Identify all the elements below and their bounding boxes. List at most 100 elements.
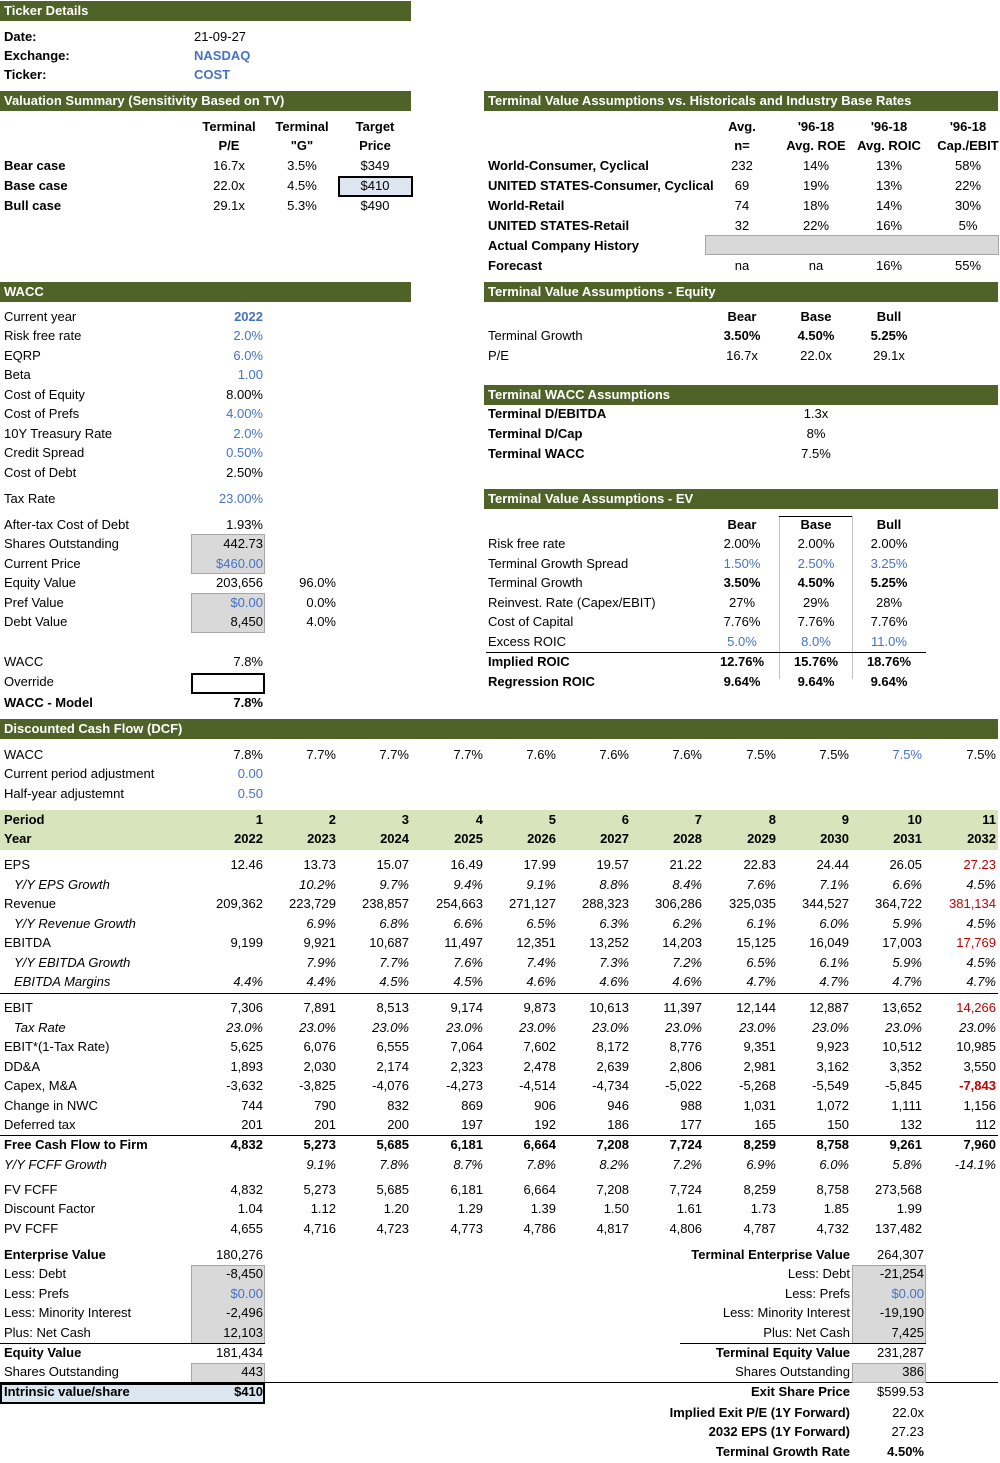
dcf-row-label: EBIT	[4, 1000, 33, 1015]
dcf-value: 6,664	[523, 1137, 556, 1152]
dcf-value: 946	[607, 1098, 629, 1113]
terminal-bridge-label: Terminal Growth Rate	[715, 1444, 850, 1459]
tv-ev-value: 18.76%	[866, 654, 912, 669]
dcf-value: 186	[607, 1117, 629, 1132]
historicals-row-label: Actual Company History	[488, 238, 639, 253]
wacc-row-value: 4.00%	[226, 406, 263, 421]
tv-historicals-header: Terminal Value Assumptions vs. Historica…	[484, 91, 998, 111]
dcf-value: 2,030	[303, 1059, 336, 1074]
valuation-case-label: Bear case	[4, 158, 66, 173]
year-number: 2032	[967, 831, 996, 846]
dcf-value: 209,362	[216, 896, 263, 911]
dcf-row-label: EBIT*(1-Tax Rate)	[4, 1039, 110, 1054]
dcf-value: 8.7%	[453, 1157, 483, 1172]
dcf-value: 223,729	[289, 896, 336, 911]
dcf-value: 137,482	[875, 1221, 922, 1236]
period-number: 7	[694, 812, 702, 827]
period-number: 9	[841, 812, 849, 827]
dcf-value: 6.0%	[819, 916, 849, 931]
tv-ev-value: 1.50%	[723, 556, 761, 571]
historicals-value: 232	[731, 158, 753, 173]
dcf-value: 4,716	[303, 1221, 336, 1236]
valuation-summary-header: Valuation Summary (Sensitivity Based on …	[0, 91, 411, 111]
historicals-row-label: World-Retail	[488, 198, 565, 213]
dcf-wacc-value: 7.8%	[233, 747, 263, 762]
ev-bridge-value: -2,496	[226, 1305, 263, 1320]
dcf-value: 3,352	[889, 1059, 922, 1074]
tv-ev-value: 27%	[728, 595, 756, 610]
ev-bridge-label: Shares Outstanding	[4, 1364, 119, 1379]
dcf-row-label: Revenue	[4, 896, 57, 911]
period-number: 8	[768, 812, 776, 827]
period-number: 4	[475, 812, 483, 827]
historicals-value: na	[808, 258, 824, 273]
historicals-value: 16%	[875, 218, 903, 233]
historicals-value	[928, 237, 1000, 255]
dcf-value: 201	[241, 1117, 263, 1132]
valuation-col-header: Target	[355, 119, 395, 134]
dcf-row-label: Y/Y FCFF Growth	[4, 1157, 107, 1172]
dcf-value: 869	[461, 1098, 483, 1113]
ticker-details-header: Ticker Details	[0, 1, 411, 21]
historicals-value: 13%	[875, 158, 903, 173]
dcf-value: 4.7%	[892, 974, 922, 989]
dcf-value: 197	[461, 1117, 483, 1132]
dcf-value: 4.6%	[672, 974, 702, 989]
dcf-wacc-value: 7.5%	[746, 747, 776, 762]
dcf-value: 7.6%	[746, 877, 776, 892]
terminal-bridge-value: -19,190	[879, 1305, 924, 1320]
ev-bridge-value: 180,276	[216, 1247, 263, 1262]
ev-bridge-label: Less: Minority Interest	[4, 1305, 132, 1320]
dcf-value: 832	[387, 1098, 409, 1113]
wacc-row-label: Cost of Debt	[4, 465, 77, 480]
tv-equity-label: Terminal Growth	[488, 328, 583, 343]
dcf-value: 7.2%	[672, 955, 702, 970]
dcf-value: 288,323	[582, 896, 629, 911]
dcf-value: 1,893	[230, 1059, 263, 1074]
terminal-bridge-label: Shares Outstanding	[735, 1364, 850, 1379]
dcf-value: 9,921	[303, 935, 336, 950]
dcf-wacc-value: 7.7%	[306, 747, 336, 762]
dcf-value: 2,806	[669, 1059, 702, 1074]
valuation-case-label: Base case	[4, 178, 68, 193]
dcf-value: 8.4%	[672, 877, 702, 892]
dcf-value: 16.49	[450, 857, 483, 872]
dcf-row-label: FV FCFF	[4, 1182, 58, 1197]
dcf-value: 7,724	[669, 1137, 702, 1152]
historicals-value: 74	[734, 198, 750, 213]
dcf-value: 11,397	[663, 1000, 702, 1015]
dcf-value: 4.5%	[966, 916, 996, 931]
exchange-label: Exchange:	[4, 48, 70, 63]
dcf-value: 381,134	[949, 896, 996, 911]
ev-bridge-value: 443	[241, 1364, 263, 1379]
dcf-value: 6.5%	[526, 916, 556, 931]
dcf-value: -4,273	[446, 1078, 483, 1093]
dcf-value: 1.50	[603, 1201, 629, 1216]
dcf-value: 1.29	[457, 1201, 483, 1216]
dcf-value: 7,064	[450, 1039, 483, 1054]
tv-ev-label: Excess ROIC	[488, 634, 567, 649]
dcf-value: 7.1%	[819, 877, 849, 892]
dcf-row-label: DD&A	[4, 1059, 41, 1074]
dcf-value: 12,351	[516, 935, 556, 950]
ev-bridge-value: -8,450	[226, 1266, 263, 1281]
dcf-value: 4.5%	[966, 877, 996, 892]
target-price: $490	[360, 198, 390, 213]
wacc-row-value: 8.00%	[226, 387, 263, 402]
dcf-value: 26.05	[889, 857, 922, 872]
terminal-bridge-value: 386	[902, 1364, 924, 1379]
dcf-value: 4,787	[743, 1221, 776, 1236]
historicals-col-header: '96-18	[797, 119, 835, 134]
dcf-value: 17,003	[882, 935, 922, 950]
tv-ev-value: 15.76%	[793, 654, 839, 669]
terminal-bridge-label: Implied Exit P/E (1Y Forward)	[669, 1405, 850, 1420]
tv-ev-value: 3.50%	[723, 575, 761, 590]
ev-bridge-value: $410	[234, 1384, 263, 1399]
wacc-row-value: 2.0%	[233, 328, 263, 343]
terminal-bridge-value: 264,307	[877, 1247, 924, 1262]
wacc-row-label: Credit Spread	[4, 445, 85, 460]
year-label: Year	[4, 831, 32, 846]
historicals-row-label: UNITED STATES-Retail	[488, 218, 630, 233]
period-number: 5	[548, 812, 556, 827]
dcf-value: 744	[241, 1098, 263, 1113]
